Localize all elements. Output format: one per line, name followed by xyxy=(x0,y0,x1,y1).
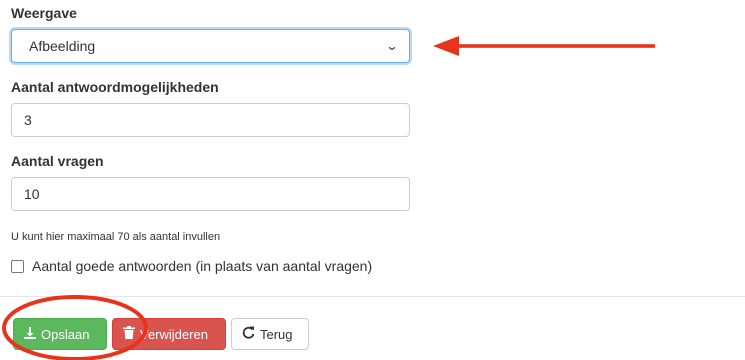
annotation-arrow xyxy=(433,36,655,56)
back-button-label: Terug xyxy=(260,326,293,342)
annotation-circle xyxy=(2,295,148,360)
weergave-select[interactable]: Afbeelding ⌄ xyxy=(11,29,410,63)
back-button[interactable]: Terug xyxy=(231,318,309,350)
help-text: U kunt hier maximaal 70 als aantal invul… xyxy=(11,231,221,243)
goede-antwoorden-checkbox[interactable] xyxy=(11,259,24,273)
weergave-selected-value: Afbeelding xyxy=(29,38,96,54)
vragen-label: Aantal vragen xyxy=(11,153,104,169)
antwoordmogelijkheden-input[interactable]: 3 xyxy=(11,103,410,137)
weergave-label: Weergave xyxy=(11,5,77,21)
vragen-input[interactable]: 10 xyxy=(11,177,410,211)
antwoordmogelijkheden-label: Aantal antwoordmogelijkheden xyxy=(11,79,219,95)
goede-antwoorden-label: Aantal goede antwoorden (in plaats van a… xyxy=(32,258,373,274)
chevron-down-icon: ⌄ xyxy=(385,39,399,53)
goede-antwoorden-row[interactable]: Aantal goede antwoorden (in plaats van a… xyxy=(11,258,372,274)
refresh-icon xyxy=(242,326,255,342)
